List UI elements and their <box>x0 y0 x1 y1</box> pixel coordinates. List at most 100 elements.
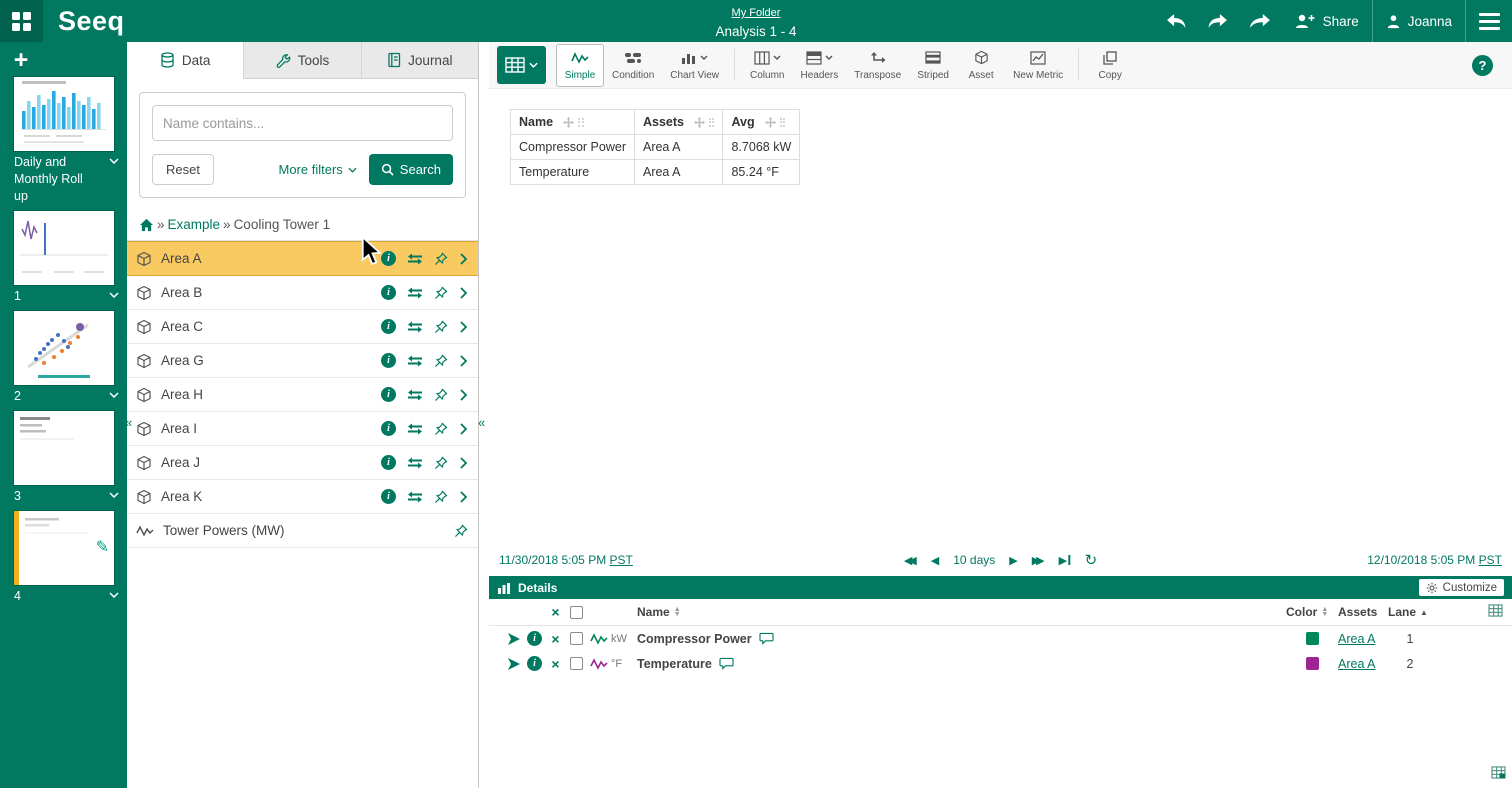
tab-journal[interactable]: Journal <box>362 42 478 78</box>
pin-icon[interactable] <box>434 456 448 470</box>
column-header-assets[interactable]: Assets <box>634 110 723 135</box>
toolbar-button-striped[interactable]: Striped <box>909 44 957 87</box>
redo-icon[interactable] <box>1197 13 1238 30</box>
timezone-end[interactable]: PST <box>1479 553 1502 567</box>
share-button[interactable]: Share <box>1281 0 1372 42</box>
toolbar-button-column[interactable]: Column <box>742 44 792 87</box>
swap-icon[interactable] <box>407 253 423 265</box>
worksheet-caption-3[interactable]: 3 <box>0 485 127 507</box>
info-icon[interactable]: i <box>381 421 396 436</box>
pin-icon[interactable] <box>434 490 448 504</box>
move-icon[interactable] <box>765 117 776 128</box>
sort-icon[interactable]: ▲▼ <box>674 607 681 618</box>
chevron-down-icon[interactable] <box>109 158 119 164</box>
info-icon[interactable]: i <box>381 387 396 402</box>
info-icon[interactable]: i <box>381 353 396 368</box>
duration-label[interactable]: 10 days <box>953 553 995 567</box>
search-button[interactable]: Search <box>369 154 453 185</box>
toolbar-button-condition[interactable]: Condition <box>604 44 662 87</box>
step-forward-half-icon[interactable]: ▶ <box>1009 554 1017 567</box>
select-all-checkbox[interactable] <box>570 606 583 619</box>
pin-icon[interactable] <box>434 422 448 436</box>
worksheet-thumbnail-4-active[interactable]: ✎ <box>14 511 114 585</box>
remove-icon[interactable]: × <box>545 656 566 672</box>
home-icon[interactable] <box>139 218 154 232</box>
collapse-data-panel-icon[interactable]: « <box>478 415 485 430</box>
breadcrumb-example[interactable]: Example <box>168 217 221 232</box>
undo-icon[interactable] <box>1156 13 1197 30</box>
timezone-start[interactable]: PST <box>610 553 633 567</box>
toolbar-button-new-metric[interactable]: New Metric <box>1005 44 1071 87</box>
step-back-full-icon[interactable]: ◀◀ <box>904 554 917 567</box>
move-icon[interactable] <box>563 117 574 128</box>
details-column-lane[interactable]: Lane ▲ <box>1388 605 1428 619</box>
asset-link[interactable]: Area A <box>1338 632 1376 646</box>
asset-link[interactable]: Area A <box>1338 657 1376 671</box>
asset-row-area-h[interactable]: Area H i <box>127 378 478 412</box>
chevron-down-icon[interactable] <box>109 292 119 298</box>
worksheet-thumbnail-1[interactable] <box>14 211 114 285</box>
my-folder-link[interactable]: My Folder <box>715 6 796 21</box>
worksheet-caption-rollup[interactable]: Daily and Monthly Roll up <box>0 151 127 207</box>
chevron-down-icon[interactable] <box>109 592 119 598</box>
pin-icon[interactable] <box>434 320 448 334</box>
display-range-start[interactable]: 11/30/2018 5:05 PM PST <box>499 553 633 567</box>
forward-share-icon[interactable] <box>1238 13 1281 30</box>
asset-row-area-b[interactable]: Area B i <box>127 276 478 310</box>
info-icon[interactable]: i <box>381 489 396 504</box>
add-table-column-icon[interactable] <box>1491 766 1506 784</box>
chevron-down-icon[interactable] <box>109 392 119 398</box>
chevron-right-icon[interactable] <box>459 388 468 402</box>
swap-icon[interactable] <box>407 287 423 299</box>
toolbar-button-headers[interactable]: Headers <box>792 44 846 87</box>
pin-icon[interactable] <box>434 286 448 300</box>
pin-icon[interactable] <box>434 354 448 368</box>
color-swatch[interactable] <box>1306 632 1319 645</box>
help-button[interactable]: ? <box>1472 55 1493 76</box>
more-filters-link[interactable]: More filters <box>279 162 357 177</box>
details-row-temperature[interactable]: i × °F Temperature Area A 2 <box>489 651 1512 676</box>
toolbar-button-copy[interactable]: Copy <box>1086 44 1134 87</box>
row-checkbox[interactable] <box>570 657 583 670</box>
remove-icon[interactable]: × <box>545 631 566 647</box>
remove-all-icon[interactable]: × <box>545 604 566 620</box>
info-icon[interactable]: i <box>381 251 396 266</box>
drag-grip-icon[interactable] <box>780 118 786 127</box>
details-column-assets[interactable]: Assets <box>1338 605 1377 619</box>
drag-grip-icon[interactable] <box>578 118 584 127</box>
toolbar-button-transpose[interactable]: Transpose <box>846 44 909 87</box>
asset-row-area-a[interactable]: Area A i <box>127 241 478 276</box>
details-column-name[interactable]: Name ▲▼ <box>637 605 681 619</box>
display-range-end[interactable]: 12/10/2018 5:05 PM PST <box>1367 553 1502 567</box>
details-column-color[interactable]: Color ▲▼ <box>1286 605 1328 619</box>
comment-icon[interactable] <box>759 632 774 645</box>
details-columns-settings-icon[interactable] <box>1488 604 1503 620</box>
swap-icon[interactable] <box>407 491 423 503</box>
asset-row-area-j[interactable]: Area J i <box>127 446 478 480</box>
color-swatch[interactable] <box>1306 657 1319 670</box>
sort-icon[interactable]: ▲▼ <box>1321 607 1328 618</box>
step-back-half-icon[interactable]: ◀ <box>931 554 939 567</box>
chevron-right-icon[interactable] <box>459 320 468 334</box>
swap-icon[interactable] <box>407 423 423 435</box>
row-checkbox[interactable] <box>570 632 583 645</box>
reset-button[interactable]: Reset <box>152 154 214 185</box>
chevron-down-icon[interactable] <box>109 492 119 498</box>
move-icon[interactable] <box>694 117 705 128</box>
chevron-right-icon[interactable] <box>459 490 468 504</box>
asset-row-area-i[interactable]: Area I i <box>127 412 478 446</box>
signal-row-tower-powers[interactable]: Tower Powers (MW) <box>127 514 478 548</box>
tab-data[interactable]: Data <box>127 42 244 79</box>
pin-icon[interactable] <box>434 388 448 402</box>
details-row-compressor-power[interactable]: i × kW Compressor Power Area A 1 <box>489 626 1512 651</box>
chevron-right-icon[interactable] <box>459 354 468 368</box>
add-worksheet-button[interactable]: + <box>8 47 34 73</box>
worksheet-caption-4[interactable]: 4 <box>0 585 127 607</box>
customize-button[interactable]: Customize <box>1419 579 1504 596</box>
info-icon[interactable]: i <box>381 285 396 300</box>
pin-icon[interactable] <box>454 524 468 538</box>
worksheet-thumbnail-2[interactable] <box>14 311 114 385</box>
user-menu-button[interactable]: Joanna <box>1373 0 1465 42</box>
info-icon[interactable]: i <box>527 656 542 671</box>
asset-row-area-g[interactable]: Area G i <box>127 344 478 378</box>
